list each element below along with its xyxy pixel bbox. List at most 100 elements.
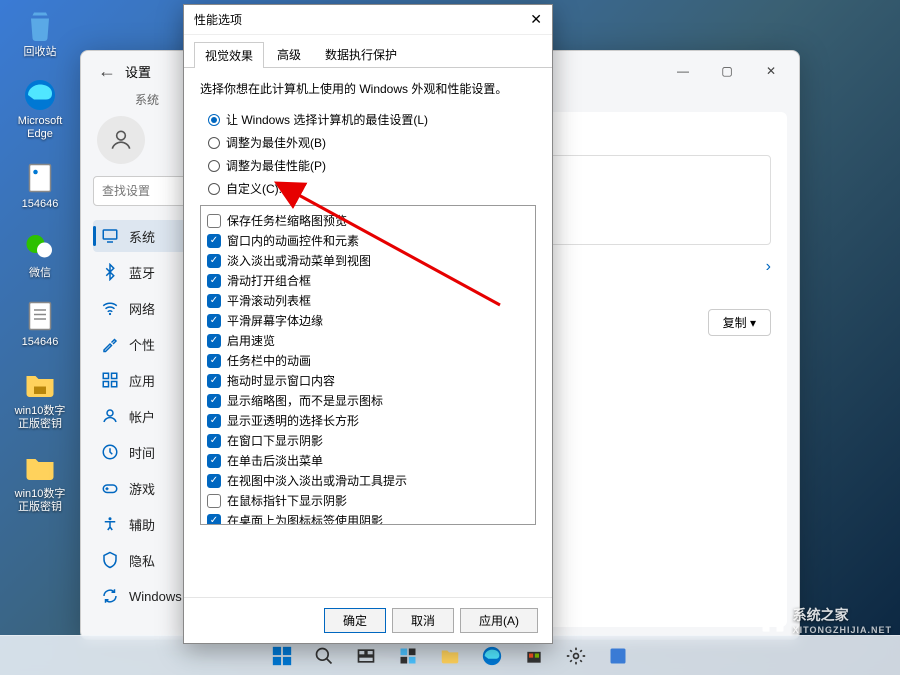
folder-icon xyxy=(22,450,58,486)
check-label: 平滑屏幕字体边缘 xyxy=(227,312,323,329)
maximize-button[interactable]: ▢ xyxy=(707,57,747,85)
perf-check-13[interactable]: ✓ 在视图中淡入淡出或滑动工具提示 xyxy=(207,472,529,489)
settings-title: 设置 xyxy=(125,62,151,81)
checkbox-icon: ✓ xyxy=(207,294,221,308)
perf-check-9[interactable]: ✓ 显示缩略图，而不是显示图标 xyxy=(207,392,529,409)
perf-check-0[interactable]: 保存任务栏缩略图预览 xyxy=(207,212,529,229)
edge-icon xyxy=(22,77,58,113)
perf-check-6[interactable]: ✓启用速览 xyxy=(207,332,529,349)
desktop-icon-folder2[interactable]: win10数字正版密钥 xyxy=(10,450,70,514)
close-button[interactable]: ✕ xyxy=(751,57,791,85)
desktop-label: win10数字正版密钥 xyxy=(10,405,70,431)
perf-check-1[interactable]: ✓ 窗口内的动画控件和元素 xyxy=(207,232,529,249)
checkbox-icon: ✓ xyxy=(207,414,221,428)
radio-label: 调整为最佳外观(B) xyxy=(226,134,326,151)
check-label: 显示亚透明的选择长方形 xyxy=(227,412,359,429)
check-label: 显示缩略图，而不是显示图标 xyxy=(227,392,383,409)
perf-radio-2[interactable]: 调整为最佳性能(P) xyxy=(208,157,536,174)
check-label: 滑动打开组合框 xyxy=(227,272,311,289)
copy-button[interactable]: 复制 ▾ xyxy=(708,309,771,336)
checkbox-icon: ✓ xyxy=(207,474,221,488)
perf-check-3[interactable]: ✓滑动打开组合框 xyxy=(207,272,529,289)
checkbox-icon: ✓ xyxy=(207,354,221,368)
perf-check-2[interactable]: ✓ 淡入淡出或滑动菜单到视图 xyxy=(207,252,529,269)
perf-tabs: 视觉效果高级数据执行保护 xyxy=(184,35,552,68)
perf-radio-0[interactable]: 让 Windows 选择计算机的最佳设置(L) xyxy=(208,111,536,128)
perf-check-11[interactable]: ✓在窗口下显示阴影 xyxy=(207,432,529,449)
ok-button[interactable]: 确定 xyxy=(324,608,386,633)
check-label: 在视图中淡入淡出或滑动工具提示 xyxy=(227,472,407,489)
perf-check-14[interactable]: 在鼠标指针下显示阴影 xyxy=(207,492,529,509)
check-label: 窗口内的动画控件和元素 xyxy=(227,232,359,249)
sidebar-item-label: 网络 xyxy=(129,299,155,318)
radio-label: 让 Windows 选择计算机的最佳设置(L) xyxy=(226,111,428,128)
checkbox-icon: ✓ xyxy=(207,454,221,468)
perf-check-15[interactable]: ✓在桌面上为图标标签使用阴影 xyxy=(207,512,529,525)
perf-check-10[interactable]: ✓ 显示亚透明的选择长方形 xyxy=(207,412,529,429)
desktop-label: win10数字正版密钥 xyxy=(10,488,70,514)
desktop-icon-wechat[interactable]: 微信 xyxy=(10,229,70,280)
folder-icon xyxy=(22,367,58,403)
bluetooth-icon xyxy=(101,263,119,281)
check-label: 在单击后淡出菜单 xyxy=(227,452,323,469)
desktop-icon-folder1[interactable]: win10数字正版密钥 xyxy=(10,367,70,431)
clock-icon xyxy=(101,443,119,461)
checkbox-icon: ✓ xyxy=(207,374,221,388)
desktop-icon-edge[interactable]: Microsoft Edge xyxy=(10,77,70,141)
desktop-icon-file1[interactable]: 154646 xyxy=(10,160,70,211)
perf-checklist[interactable]: 保存任务栏缩略图预览✓窗口内的动画控件和元素✓淡入淡出或滑动菜单到视图✓滑动打开… xyxy=(200,205,536,525)
radio-icon xyxy=(208,183,220,195)
perf-radio-group: 让 Windows 选择计算机的最佳设置(L) 调整为最佳外观(B) 调整为最佳性能… xyxy=(200,111,536,197)
perf-check-12[interactable]: ✓ 在单击后淡出菜单 xyxy=(207,452,529,469)
check-label: 在窗口下显示阴影 xyxy=(227,432,323,449)
check-label: 淡入淡出或滑动菜单到视图 xyxy=(227,252,371,269)
sidebar-item-label: 辅助 xyxy=(129,515,155,534)
perf-check-8[interactable]: ✓拖动时显示窗口内容 xyxy=(207,372,529,389)
perf-radio-1[interactable]: 调整为最佳外观(B) xyxy=(208,134,536,151)
desktop-label: Microsoft Edge xyxy=(10,115,70,141)
perf-check-5[interactable]: ✓ 平滑屏幕字体边缘 xyxy=(207,312,529,329)
minimize-button[interactable]: — xyxy=(663,57,703,85)
app-taskbar-button[interactable] xyxy=(600,638,636,674)
desktop-label: 154646 xyxy=(22,198,59,211)
wifi-icon xyxy=(101,299,119,317)
checkbox-icon xyxy=(207,214,221,228)
checkbox-icon: ✓ xyxy=(207,234,221,248)
perf-radio-3[interactable]: 自定义(C): xyxy=(208,180,536,197)
perf-tab-1[interactable]: 高级 xyxy=(266,41,312,67)
radio-label: 自定义(C): xyxy=(226,180,282,197)
desktop-label: 回收站 xyxy=(24,46,57,59)
update-icon xyxy=(101,587,119,605)
perf-check-7[interactable]: ✓任务栏中的动画 xyxy=(207,352,529,369)
checkbox-icon: ✓ xyxy=(207,394,221,408)
checkbox-icon: ✓ xyxy=(207,334,221,348)
check-label: 保存任务栏缩略图预览 xyxy=(227,212,347,229)
perf-description: 选择你想在此计算机上使用的 Windows 外观和性能设置。 xyxy=(200,80,536,97)
radio-label: 调整为最佳性能(P) xyxy=(226,157,326,174)
perf-button-row: 确定 取消 应用(A) xyxy=(184,597,552,643)
settings-taskbar-button[interactable] xyxy=(558,638,594,674)
sidebar-item-label: 时间 xyxy=(129,443,155,462)
desktop-icon-file2[interactable]: 154646 xyxy=(10,298,70,349)
sidebar-item-label: 帐户 xyxy=(129,407,155,426)
back-button[interactable]: ← xyxy=(89,61,125,82)
perf-tab-2[interactable]: 数据执行保护 xyxy=(314,41,408,67)
close-icon[interactable]: ✕ xyxy=(530,11,542,28)
sidebar-item-label: 应用 xyxy=(129,371,155,390)
checkbox-icon: ✓ xyxy=(207,254,221,268)
cancel-button[interactable]: 取消 xyxy=(392,608,454,633)
perf-check-4[interactable]: ✓平滑滚动列表框 xyxy=(207,292,529,309)
user-avatar[interactable] xyxy=(97,116,145,164)
checkbox-icon: ✓ xyxy=(207,514,221,526)
user-icon xyxy=(101,407,119,425)
radio-icon xyxy=(208,114,220,126)
checkbox-icon: ✓ xyxy=(207,314,221,328)
perf-tab-0[interactable]: 视觉效果 xyxy=(194,42,264,68)
radio-icon xyxy=(208,137,220,149)
performance-options-dialog: 性能选项 ✕ 视觉效果高级数据执行保护 选择你想在此计算机上使用的 Window… xyxy=(183,4,553,644)
apply-button[interactable]: 应用(A) xyxy=(460,608,538,633)
accessibility-icon xyxy=(101,515,119,533)
desktop-icon-recycle-bin[interactable]: 回收站 xyxy=(10,8,70,59)
brush-icon xyxy=(101,335,119,353)
watermark: 系统之家 XITONGZHIJIA.NET xyxy=(759,605,892,635)
